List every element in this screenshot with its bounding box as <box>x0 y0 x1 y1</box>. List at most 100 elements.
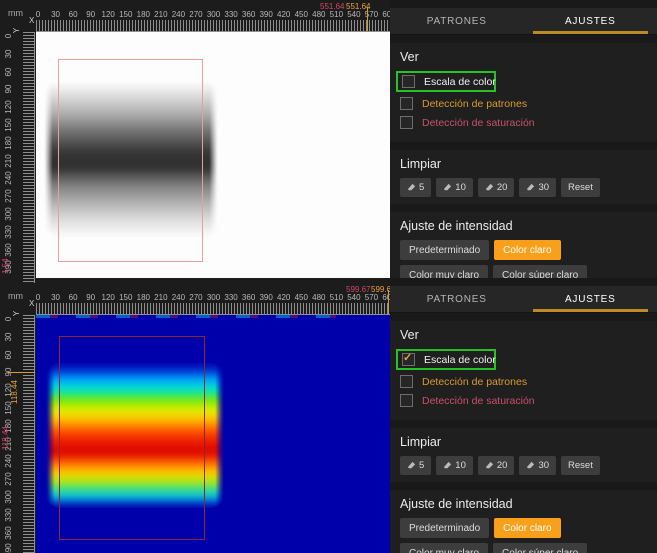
eraser-icon <box>443 183 452 192</box>
clear-30-button[interactable]: 30 <box>519 178 556 197</box>
x-ruler <box>36 303 390 315</box>
intensity-buttons: Predeterminado Color claro Color muy cla… <box>400 240 649 278</box>
x-tick-label: 60 <box>69 293 78 302</box>
eraser-icon <box>526 183 535 192</box>
eraser-icon <box>485 461 494 470</box>
tab-label: AJUSTES <box>565 294 616 305</box>
option-escala-de-color[interactable]: ✓ Escala de color <box>396 71 496 92</box>
color-claro-button[interactable]: Color claro <box>494 518 560 538</box>
checkbox-deteccion-de-saturacion[interactable]: ✓ <box>400 394 413 407</box>
tab-patrones[interactable]: PATRONES <box>390 286 524 312</box>
option-deteccion-de-patrones[interactable]: ✓ Detección de patrones <box>400 97 649 110</box>
eraser-icon <box>526 461 535 470</box>
viewer-heatmap: mm X Y 030609012015018021024027030033036… <box>0 283 390 553</box>
settings-panel-top: PATRONES AJUSTES Ver ✓ Escala de color ✓… <box>390 0 657 278</box>
roi-rectangle[interactable] <box>58 59 203 262</box>
clear-10-button[interactable]: 10 <box>436 456 473 475</box>
clear-button-label: 20 <box>497 182 508 193</box>
checkbox-deteccion-de-saturacion[interactable]: ✓ <box>400 116 413 129</box>
option-escala-de-color[interactable]: ✓ Escala de color <box>396 349 496 370</box>
eraser-icon <box>443 461 452 470</box>
clear-5-button[interactable]: 5 <box>400 456 431 475</box>
reset-button[interactable]: Reset <box>561 178 600 197</box>
y-tick-label: 30 <box>4 44 14 64</box>
clear-30-button[interactable]: 30 <box>519 456 556 475</box>
option-label: Detección de saturación <box>422 117 535 129</box>
clear-5-button[interactable]: 5 <box>400 178 431 197</box>
color-muy-claro-button[interactable]: Color muy claro <box>400 543 488 553</box>
x-tick-label: 510 <box>330 293 343 302</box>
x-tick-label: 480 <box>312 293 325 302</box>
reset-button-label: Reset <box>568 182 593 193</box>
color-claro-button[interactable]: Color claro <box>494 240 560 260</box>
scan-image-grayscale[interactable] <box>36 32 390 278</box>
clear-20-button[interactable]: 20 <box>478 456 515 475</box>
section-limpiar: Limpiar 5 10 20 30 Reset <box>390 428 657 482</box>
x-tick-label: 0 <box>36 293 40 302</box>
x-tick-label: 450 <box>295 10 308 19</box>
heat-edge-noise <box>36 315 336 318</box>
x-tick-label: 270 <box>189 10 202 19</box>
clear-button-label: 20 <box>497 460 508 471</box>
x-tick-label: 240 <box>172 293 185 302</box>
checkbox-escala-de-color[interactable]: ✓ <box>402 353 415 366</box>
x-tick-label: 120 <box>102 10 115 19</box>
y-tick-label: 150 <box>4 115 14 135</box>
y-ruler <box>23 315 35 553</box>
x-tick-label: 150 <box>119 10 132 19</box>
predeterminado-button[interactable]: Predeterminado <box>400 240 489 260</box>
color-super-claro-button[interactable]: Color súper claro <box>493 265 587 278</box>
section-title: Limpiar <box>400 435 649 449</box>
checkbox-deteccion-de-patrones[interactable]: ✓ <box>400 375 413 388</box>
checkbox-deteccion-de-patrones[interactable]: ✓ <box>400 97 413 110</box>
tab-label: AJUSTES <box>565 16 616 27</box>
x-tick-label: 420 <box>277 10 290 19</box>
tab-ajustes[interactable]: AJUSTES <box>524 8 657 34</box>
option-deteccion-de-saturacion[interactable]: ✓ Detección de saturación <box>400 394 649 407</box>
x-tick-label: 360 <box>242 293 255 302</box>
y-ruler-numbers: 0306090120150180210240270300330360390 <box>0 0 22 283</box>
section-ajuste-de-intensidad: Ajuste de intensidad Predeterminado Colo… <box>390 212 657 278</box>
option-deteccion-de-patrones[interactable]: ✓ Detección de patrones <box>400 375 649 388</box>
predeterminado-button[interactable]: Predeterminado <box>400 518 489 538</box>
option-deteccion-de-saturacion[interactable]: ✓ Detección de saturación <box>400 116 649 129</box>
x-tick-label: 90 <box>86 10 95 19</box>
option-label: Detección de patrones <box>422 98 527 110</box>
y-tick-label: 300 <box>4 487 14 507</box>
y-tick-label: 180 <box>4 133 14 153</box>
color-super-claro-button[interactable]: Color súper claro <box>493 543 587 553</box>
x-tick-label: 180 <box>137 10 150 19</box>
x-tick-label: 240 <box>172 10 185 19</box>
x-ruler <box>36 20 390 32</box>
y-marker-value-orange: 118.44 <box>10 380 19 404</box>
scan-image-heatmap[interactable] <box>36 315 390 553</box>
option-label: Detección de saturación <box>422 395 535 407</box>
x-tick-label: 450 <box>295 293 308 302</box>
reset-button[interactable]: Reset <box>561 456 600 475</box>
color-muy-claro-button[interactable]: Color muy claro <box>400 265 488 278</box>
clear-10-button[interactable]: 10 <box>436 178 473 197</box>
x-tick-label: 30 <box>51 293 60 302</box>
eraser-icon <box>485 183 494 192</box>
x-tick-label: 210 <box>154 10 167 19</box>
x-tick-label: 0 <box>36 10 40 19</box>
tab-label: PATRONES <box>427 16 487 27</box>
roi-rectangle[interactable] <box>59 336 205 540</box>
eraser-icon <box>407 183 416 192</box>
x-tick-label: 270 <box>189 293 202 302</box>
viewer-grayscale: mm X Y 030609012015018021024027030033036… <box>0 0 390 283</box>
tab-ajustes[interactable]: AJUSTES <box>524 286 657 312</box>
x-tick-label: 60 <box>69 10 78 19</box>
limpiar-buttons: 5 10 20 30 Reset <box>400 178 649 197</box>
check-icon: ✓ <box>403 351 412 364</box>
section-ver: Ver ✓ Escala de color ✓ Detección de pat… <box>390 321 657 420</box>
clear-20-button[interactable]: 20 <box>478 178 515 197</box>
y-ruler-numbers: 0306090120150180210240270300330360390 <box>0 283 22 553</box>
tab-patrones[interactable]: PATRONES <box>390 8 524 34</box>
x-tick-label: 210 <box>154 293 167 302</box>
x-tick-label: 180 <box>137 293 150 302</box>
settings-panel-bottom: PATRONES AJUSTES Ver ✓ Escala de color ✓… <box>390 278 657 553</box>
checkbox-escala-de-color[interactable]: ✓ <box>402 75 415 88</box>
section-ver: Ver ✓ Escala de color ✓ Detección de pat… <box>390 43 657 142</box>
y-tick-label: 0 <box>4 309 14 329</box>
